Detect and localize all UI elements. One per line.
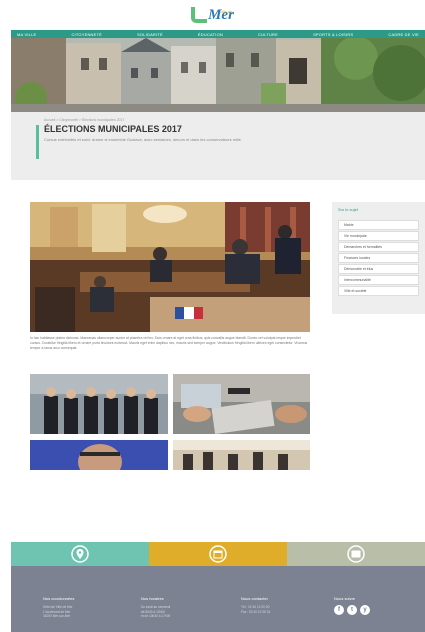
nav-item-education[interactable]: ÉDUCATION: [198, 32, 223, 37]
footer-col-coordonnees: Nos coordonnées Hôtel de Ville de Mer 1 …: [43, 596, 74, 619]
footer-line: Tél : 02 40 12 00 00: [241, 605, 270, 609]
title-accent-bar: [36, 125, 39, 159]
sidebar-item-vie-municipale[interactable]: Vie municipale: [338, 231, 419, 241]
footer-col-title: Nous suivre: [334, 596, 356, 601]
sidebar-item-intercommunalite[interactable]: Intercommunalité: [338, 275, 419, 285]
gallery-thumb-portrait[interactable]: [30, 440, 168, 470]
gallery-thumb-ballot-box[interactable]: [173, 374, 310, 434]
nav-item-culture[interactable]: CULTURE: [258, 32, 278, 37]
nav-item-citoyennete[interactable]: CITOYENNETÉ: [71, 32, 102, 37]
footer-col-contact: Nous contacter Tél : 02 40 12 00 00 Fax …: [241, 596, 270, 614]
page-title: ÉLECTIONS MUNICIPALES 2017: [44, 124, 182, 134]
footer-locate-tile[interactable]: [11, 542, 149, 566]
youtube-icon[interactable]: y: [360, 605, 370, 615]
footer-line: 31000 Mer-sur-Mer: [43, 614, 71, 618]
social-links: f t y: [334, 605, 370, 615]
footer-line: Hôtel de Ville de Mer: [43, 605, 73, 609]
footer-icon-band: [11, 542, 425, 566]
footer-col-horaires: Nos horaires Du lundi au vendredi de 8h3…: [141, 596, 170, 619]
nav-item-cadre-de-vie[interactable]: CADRE DE VIE: [388, 32, 419, 37]
twitter-icon[interactable]: t: [347, 605, 357, 615]
nav-item-solidarite[interactable]: SOLIDARITÉ: [137, 32, 163, 37]
sidebar-item-democratie[interactable]: Démocratie et élus: [338, 264, 419, 274]
logo-small-text: ville de: [220, 9, 233, 14]
sidebar-item-finances[interactable]: Finances locales: [338, 253, 419, 263]
site-logo[interactable]: Mer: [0, 0, 425, 30]
footer-line: Fax : 02 40 12 00 01: [241, 609, 271, 614]
nav-item-ma-ville[interactable]: MA VILLE: [17, 32, 36, 37]
footer-col-title: Nos horaires: [141, 596, 164, 601]
breadcrumb[interactable]: Accueil > Citoyenneté > Élections munici…: [44, 118, 124, 122]
footer-agenda-tile[interactable]: [149, 542, 287, 566]
sidebar-title: Sur le sujet: [338, 207, 359, 212]
footer-line: et de 13h30 à 17h00: [141, 614, 171, 618]
sidebar-item-mairie[interactable]: Mairie: [338, 220, 419, 230]
sidebar-item-ville-societe[interactable]: Ville et société: [338, 286, 419, 296]
footer-contact-tile[interactable]: [287, 542, 425, 566]
sidebar-item-demarches[interactable]: Démarches et formalités: [338, 242, 419, 252]
calendar-icon: [209, 545, 227, 563]
footer-col-title: Nos coordonnées: [43, 596, 75, 601]
gallery-thumb-group-photo[interactable]: [30, 374, 168, 434]
page-subtitle: Cursus extrémités et suivi: drame si ens…: [44, 137, 241, 142]
hero-image: [11, 38, 425, 112]
article-body: In hac habitasse platea dictumst. Maecen…: [30, 336, 308, 350]
title-band: [11, 112, 425, 180]
logo-mark-icon: [191, 7, 208, 23]
main-nav: MA VILLE CITOYENNETÉ SOLIDARITÉ ÉDUCATIO…: [11, 30, 425, 38]
council-meeting-photo: [30, 202, 310, 332]
map-pin-icon: [71, 545, 89, 563]
related-sidebar: Sur le sujet Mairie Vie municipale Démar…: [332, 202, 425, 314]
site-footer: Nos coordonnées Hôtel de Ville de Mer 1 …: [11, 566, 425, 632]
footer-line: Du lundi au vendredi: [141, 605, 171, 609]
gallery-thumb-assembly[interactable]: [173, 440, 310, 470]
facebook-icon[interactable]: f: [334, 605, 344, 615]
footer-col-title: Nous contacter: [241, 596, 268, 601]
mail-icon: [347, 545, 365, 563]
footer-col-social: Nous suivre f t y: [334, 596, 370, 615]
nav-item-sports-loisirs[interactable]: SPORTS & LOISIRS: [313, 32, 353, 37]
